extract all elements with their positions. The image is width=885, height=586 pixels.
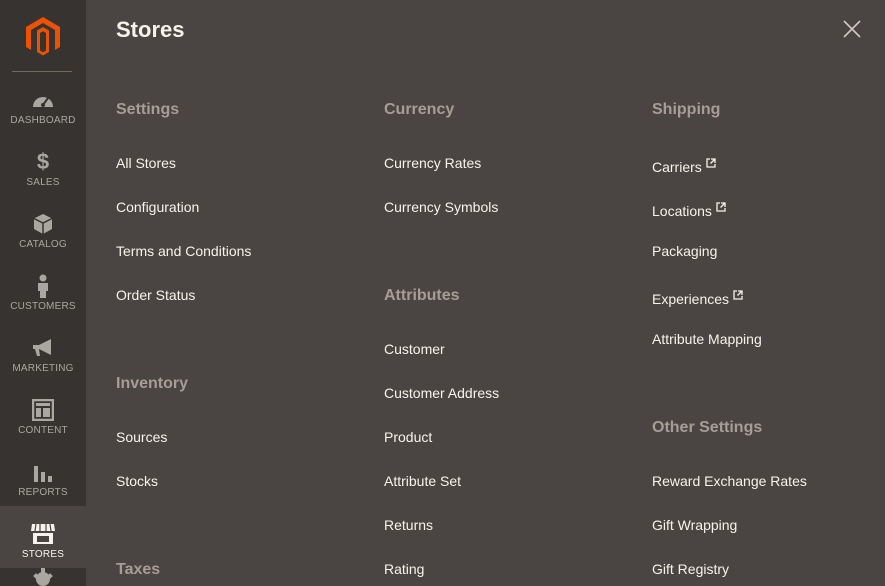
sidebar-item-label: SALES bbox=[26, 177, 60, 188]
layout-icon bbox=[32, 399, 54, 421]
menu-link-sources[interactable]: Sources bbox=[116, 429, 167, 445]
sidebar-item-label: CUSTOMERS bbox=[10, 301, 76, 312]
close-icon bbox=[843, 20, 861, 38]
section-title-shipping: Shipping bbox=[652, 101, 721, 118]
menu-link-attribute-mapping[interactable]: Attribute Mapping bbox=[652, 331, 762, 347]
external-link-icon bbox=[733, 287, 743, 303]
section-title-taxes: Taxes bbox=[116, 561, 161, 578]
menu-link-experiences[interactable]: Experiences bbox=[652, 287, 743, 307]
admin-sidebar: DASHBOARD $ SALES CATALOG CUSTOMERS MARK… bbox=[0, 0, 86, 586]
dollar-icon: $ bbox=[36, 149, 50, 174]
sidebar-item-label: STORES bbox=[21, 549, 65, 560]
sidebar-item-stores[interactable]: STORES bbox=[0, 506, 86, 568]
menu-link-returns[interactable]: Returns bbox=[384, 517, 433, 533]
panel-title: Stores bbox=[116, 17, 185, 42]
menu-link-order-status[interactable]: Order Status bbox=[116, 287, 195, 303]
external-link-icon bbox=[716, 199, 726, 215]
close-button[interactable] bbox=[842, 19, 862, 39]
sidebar-item-marketing[interactable]: MARKETING bbox=[0, 320, 86, 382]
menu-link-gift-registry[interactable]: Gift Registry bbox=[652, 561, 729, 577]
sidebar-item-catalog[interactable]: CATALOG bbox=[0, 196, 86, 258]
stores-menu-panel: Stores Settings All Stores Configuration… bbox=[86, 0, 885, 586]
menu-link-terms-and-conditions[interactable]: Terms and Conditions bbox=[116, 243, 251, 259]
menu-link-reward-exchange-rates[interactable]: Reward Exchange Rates bbox=[652, 473, 807, 489]
menu-link-currency-rates[interactable]: Currency Rates bbox=[384, 155, 481, 171]
menu-link-product[interactable]: Product bbox=[384, 429, 432, 445]
section-title-other-settings: Other Settings bbox=[652, 419, 763, 436]
section-title-inventory: Inventory bbox=[116, 375, 189, 392]
menu-link-all-stores[interactable]: All Stores bbox=[116, 155, 176, 171]
sidebar-item-customers[interactable]: CUSTOMERS bbox=[0, 258, 86, 320]
sidebar-item-label: MARKETING bbox=[12, 363, 74, 374]
storefront-icon bbox=[30, 523, 56, 545]
menu-link-attribute-set[interactable]: Attribute Set bbox=[384, 473, 461, 489]
menu-link-currency-symbols[interactable]: Currency Symbols bbox=[384, 199, 498, 215]
menu-link-carriers[interactable]: Carriers bbox=[652, 155, 716, 175]
sidebar-item-sales[interactable]: $ SALES bbox=[0, 134, 86, 196]
sidebar-item-system[interactable] bbox=[0, 568, 86, 586]
menu-link-label: Experiences bbox=[652, 291, 730, 307]
sidebar-item-reports[interactable]: REPORTS bbox=[0, 444, 86, 506]
menu-link-customer[interactable]: Customer bbox=[384, 341, 445, 357]
person-icon bbox=[36, 274, 50, 298]
dashboard-icon bbox=[31, 89, 55, 111]
sidebar-item-label: REPORTS bbox=[18, 487, 68, 498]
section-title-attributes: Attributes bbox=[384, 287, 460, 304]
box-icon bbox=[33, 213, 53, 235]
magento-logo[interactable] bbox=[0, 0, 86, 72]
sidebar-item-label: CATALOG bbox=[19, 239, 67, 250]
menu-link-customer-address[interactable]: Customer Address bbox=[384, 385, 499, 401]
menu-link-gift-wrapping[interactable]: Gift Wrapping bbox=[652, 517, 737, 533]
menu-link-locations[interactable]: Locations bbox=[652, 199, 726, 219]
menu-link-label: Carriers bbox=[652, 159, 702, 175]
gear-icon bbox=[32, 568, 54, 586]
external-link-icon bbox=[706, 155, 716, 171]
sidebar-item-label: CONTENT bbox=[18, 425, 68, 436]
bar-chart-icon bbox=[33, 461, 53, 483]
sidebar-item-label: DASHBOARD bbox=[10, 115, 76, 126]
menu-link-stocks[interactable]: Stocks bbox=[116, 473, 158, 489]
megaphone-icon bbox=[31, 337, 55, 359]
menu-link-rating[interactable]: Rating bbox=[384, 561, 424, 577]
menu-link-label: Locations bbox=[652, 203, 712, 219]
menu-link-packaging[interactable]: Packaging bbox=[652, 243, 717, 259]
sidebar-item-content[interactable]: CONTENT bbox=[0, 382, 86, 444]
sidebar-item-dashboard[interactable]: DASHBOARD bbox=[0, 72, 86, 134]
magento-logo-icon bbox=[26, 17, 60, 56]
section-title-currency: Currency bbox=[384, 101, 455, 118]
menu-link-configuration[interactable]: Configuration bbox=[116, 199, 199, 215]
section-title-settings: Settings bbox=[116, 101, 180, 118]
